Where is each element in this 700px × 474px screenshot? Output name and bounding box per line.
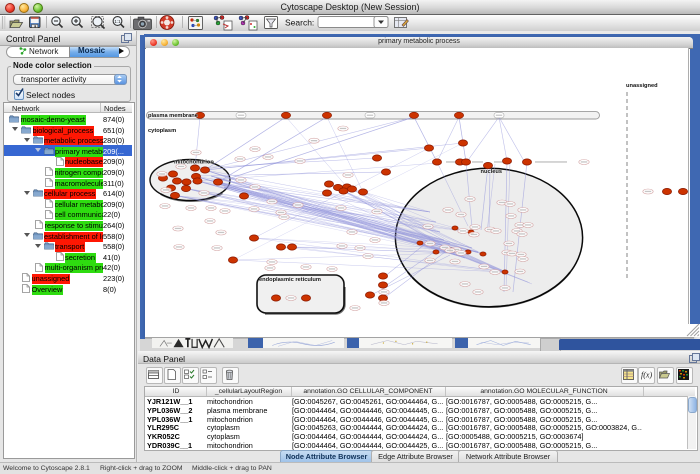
svg-text:nucleus: nucleus	[481, 169, 503, 175]
svg-text:endoplasmic reticulum: endoplasmic reticulum	[259, 277, 321, 283]
svg-text:Search:: Search:	[285, 18, 314, 28]
svg-text:1:1: 1:1	[114, 19, 121, 24]
svg-text:cytoplasm: cytoplasm	[148, 128, 176, 134]
svg-text:plasma membrane: plasma membrane	[148, 113, 198, 119]
svg-text:unassigned: unassigned	[626, 83, 658, 89]
svg-text:mitochondrion: mitochondrion	[174, 160, 214, 166]
svg-text:f(x): f(x)	[641, 371, 652, 380]
